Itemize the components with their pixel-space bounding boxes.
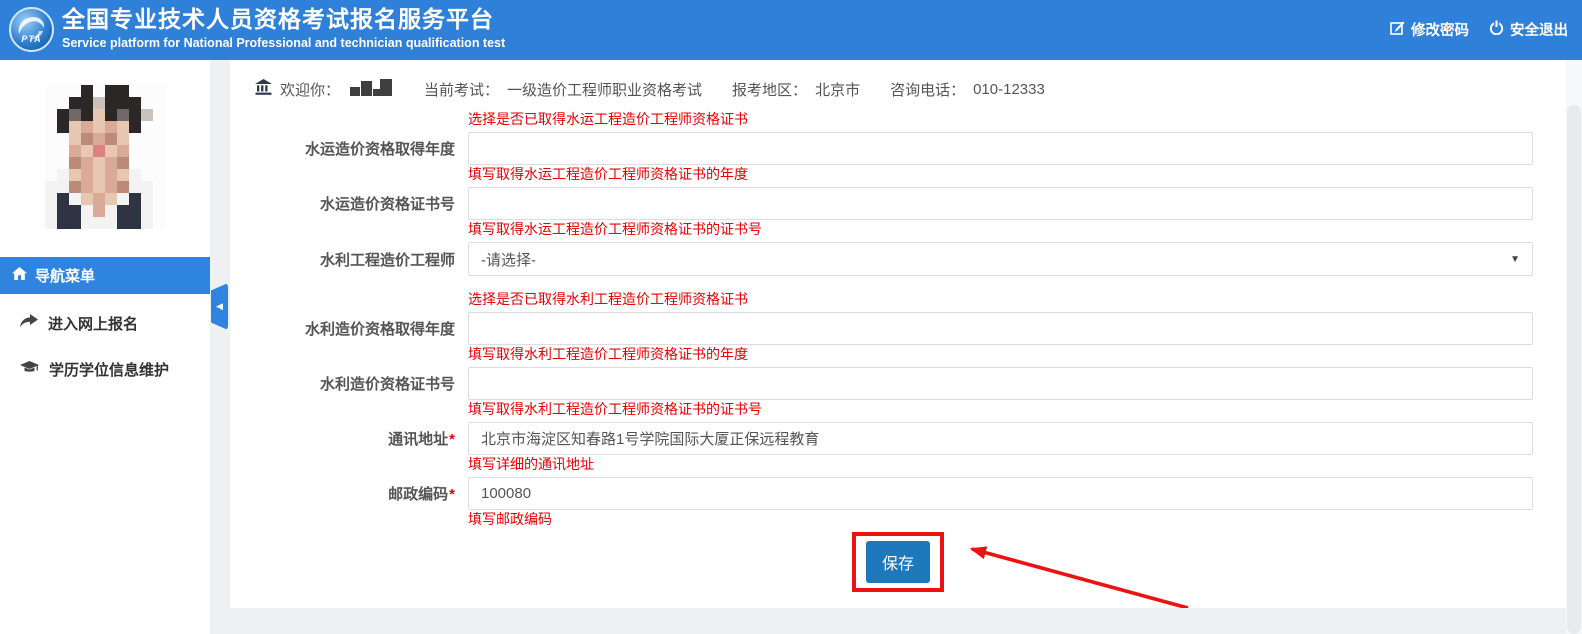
form-hint-top: 选择是否已取得水运工程造价工程师资格证书 <box>468 110 1566 128</box>
app-subtitle: Service platform for National Profession… <box>62 36 505 50</box>
water-conservancy-cost-cert-no-hint: 填写取得水利工程造价工程师资格证书的证书号 <box>468 400 1566 418</box>
water-conservancy-cost-engineer-select[interactable]: -请选择- ▼ <box>468 242 1533 276</box>
postal-code-input[interactable] <box>468 477 1533 510</box>
home-icon <box>12 267 27 284</box>
water-conservancy-cost-engineer-label: 水利工程造价工程师 <box>230 249 455 270</box>
vertical-scrollbar <box>1566 60 1582 634</box>
app-title: 全国专业技术人员资格考试报名服务平台 <box>62 4 505 34</box>
current-exam-value: 一级造价工程师职业资格考试 <box>507 79 702 100</box>
water-conservancy-cost-engineer-hint: 选择是否已取得水利工程造价工程师资格证书 <box>468 290 1566 308</box>
greeting-label: 欢迎你： <box>280 79 340 100</box>
page-footer-area <box>230 608 1582 634</box>
share-arrow-icon <box>20 314 38 332</box>
water-transport-cost-cert-no-label: 水运造价资格证书号 <box>230 193 455 214</box>
chevron-down-icon: ▼ <box>1510 254 1520 265</box>
sidebar-item-label: 学历学位信息维护 <box>49 359 169 380</box>
sidebar-gap <box>210 60 230 634</box>
sidebar-collapse-toggle[interactable]: ◀ <box>211 283 228 330</box>
sidebar-item-0[interactable]: 进入网上报名 <box>0 300 210 346</box>
app-header: PTA 全国专业技术人员资格考试报名服务平台 Service platform … <box>0 0 1582 60</box>
water-transport-cost-cert-no-hint: 填写取得水运工程造价工程师资格证书的证书号 <box>468 220 1566 238</box>
required-asterisk: * <box>449 431 455 448</box>
power-icon <box>1489 20 1504 39</box>
content-panel: 欢迎你： 当前考试： 一级造价工程师职业资格考试 报考地区： 北京市 咨询电话：… <box>230 60 1566 608</box>
sidebar: 导航菜单 进入网上报名学历学位信息维护 <box>0 60 210 634</box>
phone-label: 咨询电话： <box>890 79 965 100</box>
water-conservancy-cost-year-hint: 填写取得水利工程造价工程师资格证书的年度 <box>468 345 1566 363</box>
registration-form: 选择是否已取得水运工程造价工程师资格证书 水运造价资格取得年度填写取得水运工程造… <box>230 110 1566 592</box>
save-annotation-box: 保存 <box>852 532 944 592</box>
change-password-link[interactable]: 修改密码 <box>1390 19 1469 40</box>
selected-value: -请选择- <box>481 249 536 270</box>
postal-code-label: 邮政编码* <box>230 483 455 504</box>
bank-icon <box>255 79 272 99</box>
logo-text: PTA <box>11 34 52 44</box>
mailing-address-input[interactable] <box>468 422 1533 455</box>
sidebar-item-label: 进入网上报名 <box>48 313 138 334</box>
welcome-bar: 欢迎你： 当前考试： 一级造价工程师职业资格考试 报考地区： 北京市 咨询电话：… <box>230 60 1566 102</box>
water-transport-cost-year-label: 水运造价资格取得年度 <box>230 138 455 159</box>
phone-value: 010-12333 <box>973 81 1045 98</box>
required-asterisk: * <box>449 486 455 503</box>
water-conservancy-cost-year-label: 水利造价资格取得年度 <box>230 318 455 339</box>
current-exam-label: 当前考试： <box>424 79 499 100</box>
region-label: 报考地区： <box>732 79 807 100</box>
water-conservancy-cost-year-input[interactable] <box>468 312 1533 345</box>
mailing-address-hint: 填写详细的通讯地址 <box>468 455 1566 473</box>
water-transport-cost-year-hint: 填写取得水运工程造价工程师资格证书的年度 <box>468 165 1566 183</box>
pencil-square-icon <box>1390 20 1405 39</box>
change-password-label: 修改密码 <box>1411 19 1469 40</box>
profile-photo <box>45 85 165 229</box>
postal-code-hint: 填写邮政编码 <box>468 510 1566 528</box>
water-transport-cost-year-input[interactable] <box>468 132 1533 165</box>
scrollbar-thumb[interactable] <box>1567 105 1581 634</box>
save-button[interactable]: 保存 <box>866 541 930 583</box>
safe-logout-label: 安全退出 <box>1510 19 1568 40</box>
pta-logo-icon: PTA <box>9 7 54 52</box>
water-conservancy-cost-cert-no-label: 水利造价资格证书号 <box>230 373 455 394</box>
nav-menu-label: 导航菜单 <box>35 265 95 286</box>
sidebar-item-1[interactable]: 学历学位信息维护 <box>0 346 210 392</box>
redacted-username <box>350 77 394 101</box>
water-transport-cost-cert-no-input[interactable] <box>468 187 1533 220</box>
safe-logout-link[interactable]: 安全退出 <box>1489 19 1568 40</box>
graduation-cap-icon <box>20 361 39 378</box>
mailing-address-label: 通讯地址* <box>230 428 455 449</box>
water-conservancy-cost-cert-no-input[interactable] <box>468 367 1533 400</box>
region-value: 北京市 <box>815 79 860 100</box>
sidebar-nav-menu-header[interactable]: 导航菜单 <box>0 257 210 294</box>
